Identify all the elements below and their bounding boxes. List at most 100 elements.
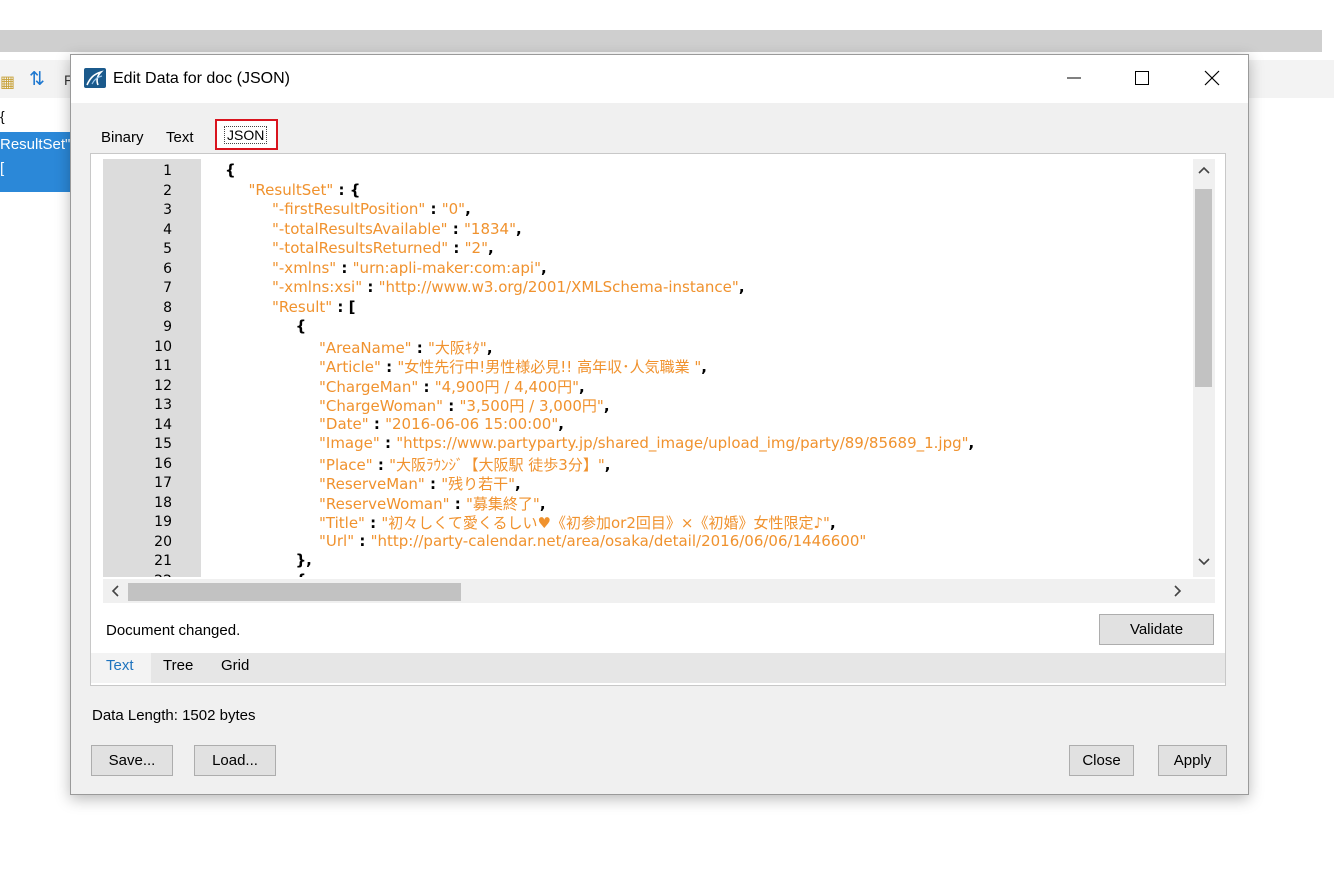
- tab-binary[interactable]: Binary: [101, 129, 144, 146]
- json-tail: ,: [968, 434, 975, 452]
- json-sep: :: [332, 297, 349, 316]
- horizontal-scrollbar[interactable]: [103, 579, 1215, 603]
- line-number: 3: [163, 202, 172, 218]
- json-tail: },: [295, 551, 312, 569]
- view-tab-grid[interactable]: Grid: [221, 657, 249, 674]
- json-value: "募集終了": [466, 494, 540, 513]
- code-line: "Article" : "女性先行中!男性様必見!! 高年収･人気職業 ",: [319, 356, 707, 377]
- validate-button[interactable]: Validate: [1099, 614, 1214, 645]
- json-tail: ,: [486, 338, 493, 357]
- dialog-titlebar[interactable]: Edit Data for doc (JSON): [71, 55, 1248, 103]
- json-value: "urn:apli-maker:com:api": [352, 258, 541, 277]
- json-sep: :: [447, 219, 465, 238]
- json-key: "Title": [319, 514, 365, 532]
- json-value: "4,900円 / 4,400円": [434, 377, 579, 396]
- json-sep: :: [448, 239, 465, 257]
- json-sep: :: [449, 494, 466, 513]
- table-icon[interactable]: ▦: [0, 72, 15, 92]
- json-key: "Image": [319, 434, 380, 452]
- json-tail: ,: [539, 494, 546, 513]
- json-sep: :: [379, 434, 397, 452]
- close-button[interactable]: Close: [1069, 745, 1134, 776]
- scroll-down-icon[interactable]: [1197, 557, 1211, 567]
- minimize-button[interactable]: [1051, 55, 1097, 101]
- scroll-right-icon[interactable]: [1173, 584, 1183, 598]
- json-sep: :: [364, 514, 382, 532]
- close-icon: [1204, 70, 1220, 86]
- json-sep: :: [443, 397, 460, 415]
- scroll-up-icon[interactable]: [1197, 165, 1211, 175]
- json-key: "ReserveMan": [319, 475, 425, 493]
- json-tail: {: [225, 161, 236, 179]
- json-key: "Result": [272, 297, 333, 316]
- json-sep: :: [425, 200, 442, 218]
- view-tab-tree[interactable]: Tree: [163, 657, 193, 674]
- line-number: 4: [163, 221, 172, 238]
- close-window-button[interactable]: [1189, 55, 1235, 101]
- view-tabs-bar: [91, 653, 1225, 683]
- json-value: "大阪ﾗｳﾝｼﾞ【大阪駅 徒歩3分】": [389, 455, 605, 474]
- json-tail: ,: [516, 219, 522, 238]
- background-selected-bracket: [: [0, 160, 5, 177]
- json-value: "1834": [464, 219, 517, 238]
- json-value: "大阪ｷﾀ": [428, 338, 487, 357]
- json-sep: :: [336, 258, 353, 277]
- json-key: "Place": [319, 455, 373, 474]
- horizontal-scroll-thumb[interactable]: [128, 583, 461, 601]
- json-value: "女性先行中!男性様必見!! 高年収･人気職業 ": [397, 358, 702, 376]
- json-key: "-firstResultPosition": [272, 200, 426, 218]
- minimize-icon: [1067, 77, 1081, 79]
- code-line: "ReserveMan" : "残り若干",: [319, 473, 521, 494]
- json-key: "-xmlns:xsi": [272, 278, 363, 296]
- code-line: "-xmlns:xsi" : "http://www.w3.org/2001/X…: [272, 278, 745, 296]
- json-tail: ,: [488, 239, 494, 257]
- tab-json[interactable]: JSON: [224, 126, 268, 144]
- json-tail: ,: [541, 258, 547, 277]
- line-number: 2: [163, 182, 172, 199]
- code-line: "Result" : [: [272, 298, 355, 316]
- code-line: },: [296, 551, 312, 569]
- line-number: 12: [154, 377, 172, 394]
- vertical-scroll-thumb[interactable]: [1195, 189, 1212, 387]
- json-sep: :: [362, 278, 379, 296]
- json-value: "http://party-calendar.net/area/osaka/de…: [370, 531, 867, 550]
- load-button[interactable]: Load...: [194, 745, 276, 776]
- document-status: Document changed.: [106, 622, 241, 639]
- line-number: 20: [154, 533, 172, 550]
- code-line: "ReserveWoman" : "募集終了",: [319, 493, 546, 514]
- json-value: "2016-06-06 15:00:00": [385, 414, 559, 433]
- json-tail: ,: [829, 514, 836, 532]
- code-line: "ResultSet" : {: [249, 181, 361, 199]
- background-brace: {: [0, 108, 5, 124]
- code-line: "Date" : "2016-06-06 15:00:00",: [319, 415, 564, 433]
- json-editor[interactable]: 12345678910111213141516171819202122 {"Re…: [103, 159, 1193, 577]
- json-value: "0": [441, 200, 466, 218]
- maximize-button[interactable]: [1119, 55, 1165, 101]
- edit-data-dialog: Edit Data for doc (JSON) Binary Text JSO…: [70, 54, 1249, 795]
- tab-text[interactable]: Text: [166, 129, 194, 146]
- json-key: "Date": [319, 414, 369, 433]
- code-line: "Image" : "https://www.partyparty.jp/sha…: [319, 434, 974, 452]
- json-tail: [: [348, 297, 356, 316]
- code-line: {: [296, 317, 307, 335]
- line-number: 22: [103, 573, 172, 578]
- apply-button[interactable]: Apply: [1158, 745, 1227, 776]
- code-area[interactable]: { "ResultSet" : {"-firstResultPosition" :…: [225, 159, 1185, 577]
- code-line: "-totalResultsReturned" : "2",: [272, 239, 494, 257]
- scroll-left-icon[interactable]: [110, 584, 120, 598]
- line-number: 19: [154, 514, 172, 530]
- json-tail: ,: [465, 200, 471, 218]
- refresh-icon[interactable]: ⇅: [29, 68, 45, 91]
- dialog-title: Edit Data for doc (JSON): [113, 70, 290, 87]
- json-sep: :: [418, 377, 435, 396]
- code-line: "-firstResultPosition" : "0",: [272, 200, 471, 218]
- code-line: "AreaName" : "大阪ｷﾀ",: [319, 337, 493, 358]
- vertical-scrollbar[interactable]: [1193, 159, 1215, 577]
- view-tab-text[interactable]: Text: [106, 657, 134, 674]
- save-button[interactable]: Save...: [91, 745, 173, 776]
- json-value: "3,500円 / 3,000円": [459, 397, 604, 415]
- code-line: "Title" : "初々しくて愛くるしい♥《初参加or2回目》×《初婚》女性限…: [319, 512, 836, 533]
- line-number: 15: [154, 436, 172, 452]
- line-number: 9: [163, 319, 172, 335]
- json-value: "初々しくて愛くるしい♥《初参加or2回目》×《初婚》女性限定♪": [381, 514, 830, 532]
